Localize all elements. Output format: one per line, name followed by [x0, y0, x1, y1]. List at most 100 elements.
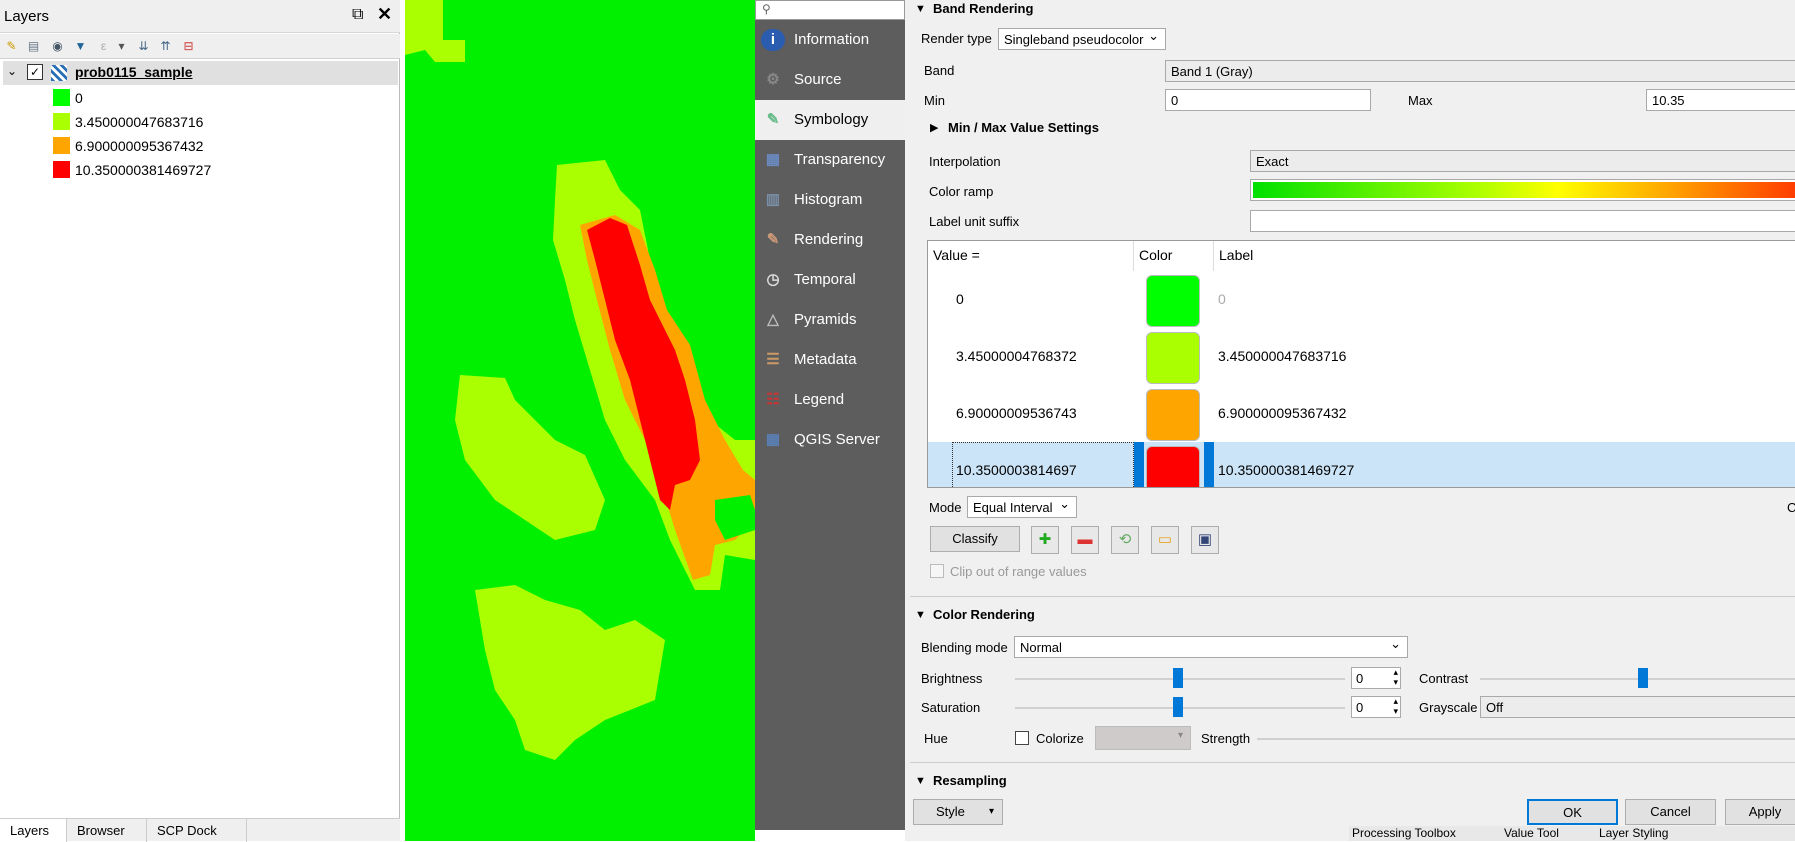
- color-ramp-label: Color ramp: [929, 184, 994, 199]
- clip-label: Clip out of range values: [950, 564, 1087, 579]
- remove-layer-icon[interactable]: ⊟: [181, 39, 196, 54]
- band-rendering-collapse-icon[interactable]: ▼: [915, 3, 926, 15]
- legend-icon: ☷: [766, 391, 780, 408]
- add-class-icon[interactable]: ✚: [1031, 526, 1059, 554]
- metadata-icon: ☰: [766, 351, 780, 368]
- tab-scp-dock[interactable]: SCP Dock: [147, 819, 247, 842]
- chevron-down-icon[interactable]: ⌄: [7, 64, 17, 78]
- row-value[interactable]: 0: [956, 291, 964, 307]
- sidebar-item-metadata[interactable]: ☰ Metadata: [755, 340, 905, 380]
- band-label: Band: [924, 63, 955, 78]
- style-button-label: Style: [936, 804, 965, 819]
- brightness-slider-thumb[interactable]: [1173, 668, 1183, 688]
- col-label-header[interactable]: Label: [1214, 241, 1795, 271]
- col-value-header[interactable]: Value =: [928, 241, 1134, 271]
- mode-select[interactable]: Equal Interval: [967, 496, 1077, 518]
- sidebar-item-label: Pyramids: [794, 311, 857, 328]
- expand-all-icon[interactable]: ⇊: [136, 39, 151, 54]
- sidebar-item-information[interactable]: i Information: [755, 20, 905, 60]
- tab-processing-toolbox[interactable]: Processing Toolbox: [1352, 826, 1456, 840]
- interpolation-select[interactable]: Exact: [1250, 150, 1795, 172]
- layer-tree-item[interactable]: ⌄ ✓ prob0115_sample: [3, 61, 398, 85]
- saturation-slider-thumb[interactable]: [1173, 697, 1183, 717]
- row-label[interactable]: 3.450000047683716: [1218, 348, 1346, 364]
- blending-select[interactable]: Normal: [1014, 636, 1408, 658]
- label-suffix-input[interactable]: [1250, 210, 1795, 232]
- collapse-all-icon[interactable]: ⇈: [158, 39, 173, 54]
- grayscale-select[interactable]: Off: [1480, 696, 1795, 718]
- sidebar-item-label: Rendering: [794, 231, 864, 248]
- style-manager-icon[interactable]: ✎: [4, 39, 19, 54]
- remove-class-icon[interactable]: ▬: [1071, 526, 1099, 554]
- sidebar-item-legend[interactable]: ☷ Legend: [755, 380, 905, 420]
- sidebar-item-label: Legend: [794, 391, 845, 408]
- layers-toolbar: ✎ ▤ ◉ ▼ ε ▾ ⇊ ⇈ ⊟: [0, 34, 400, 59]
- raster-layer-icon: [51, 65, 67, 81]
- strength-slider[interactable]: [1257, 738, 1795, 740]
- row-label[interactable]: 10.350000381469727: [1218, 462, 1354, 478]
- band-select[interactable]: Band 1 (Gray): [1165, 60, 1795, 82]
- layer-visibility-checkbox[interactable]: ✓: [27, 64, 43, 80]
- table-row[interactable]: 3.45000004768372 3.450000047683716: [928, 328, 1795, 385]
- row-color-swatch[interactable]: [1146, 446, 1200, 487]
- cancel-button[interactable]: Cancel: [1625, 799, 1716, 825]
- classify-button[interactable]: Classify: [930, 526, 1020, 552]
- apply-button[interactable]: Apply: [1725, 799, 1795, 825]
- colorize-checkbox[interactable]: [1015, 731, 1029, 745]
- close-icon[interactable]: ✕: [377, 4, 392, 25]
- tab-layer-styling[interactable]: Layer Styling: [1599, 826, 1668, 840]
- brightness-spinbox[interactable]: 0: [1351, 667, 1401, 689]
- colorize-color-button[interactable]: ▾: [1095, 726, 1191, 750]
- saturation-spinbox[interactable]: 0: [1351, 696, 1401, 718]
- filter-map-icon[interactable]: ε: [96, 39, 111, 54]
- col-color-header[interactable]: Color: [1134, 241, 1214, 271]
- row-color-swatch[interactable]: [1146, 275, 1200, 327]
- sidebar-search-input[interactable]: ⚲: [755, 0, 905, 20]
- minmax-settings-toggle[interactable]: Min / Max Value Settings: [948, 120, 1099, 135]
- sidebar-item-symbology[interactable]: ✎ Symbology: [755, 100, 905, 140]
- sidebar-item-qgis-server[interactable]: ▦ QGIS Server: [755, 420, 905, 460]
- chevron-right-icon[interactable]: ▶: [930, 121, 938, 134]
- sidebar-item-source[interactable]: ⚙ Source: [755, 60, 905, 100]
- color-ramp-button[interactable]: [1250, 179, 1795, 201]
- add-group-icon[interactable]: ▤: [26, 39, 41, 54]
- map-canvas[interactable]: [405, 0, 755, 841]
- visibility-icon[interactable]: ◉: [50, 39, 65, 54]
- sidebar-item-transparency[interactable]: ▦ Transparency: [755, 140, 905, 180]
- load-file-icon[interactable]: ▭: [1151, 526, 1179, 554]
- tab-browser[interactable]: Browser: [67, 819, 147, 842]
- render-type-select[interactable]: Singleband pseudocolor: [998, 28, 1166, 50]
- filter-icon[interactable]: ▼: [73, 39, 88, 54]
- sidebar-item-pyramids[interactable]: △ Pyramids: [755, 300, 905, 340]
- layer-name[interactable]: prob0115_sample: [75, 64, 193, 80]
- color-rendering-collapse-icon[interactable]: ▼: [915, 609, 926, 621]
- float-icon[interactable]: ⧉: [352, 6, 363, 24]
- contrast-slider-thumb[interactable]: [1638, 668, 1648, 688]
- row-color-swatch[interactable]: [1146, 332, 1200, 384]
- min-input[interactable]: 0: [1165, 89, 1371, 111]
- dropdown-icon[interactable]: ▾: [114, 39, 129, 54]
- sidebar-item-rendering[interactable]: ✎ Rendering: [755, 220, 905, 260]
- hue-label: Hue: [924, 731, 948, 746]
- max-input[interactable]: 10.35: [1646, 89, 1795, 111]
- ok-button[interactable]: OK: [1527, 799, 1618, 825]
- tab-value-tool[interactable]: Value Tool: [1504, 826, 1559, 840]
- clip-checkbox[interactable]: [930, 564, 944, 578]
- tab-layers[interactable]: Layers: [0, 819, 67, 842]
- legend-label: 3.450000047683716: [75, 114, 204, 130]
- table-row[interactable]: 6.90000009536743 6.900000095367432: [928, 385, 1795, 442]
- row-value[interactable]: 6.90000009536743: [956, 405, 1077, 421]
- sidebar-item-histogram[interactable]: ▥ Histogram: [755, 180, 905, 220]
- row-value[interactable]: 3.45000004768372: [956, 348, 1077, 364]
- save-file-icon[interactable]: ▣: [1191, 526, 1219, 554]
- row-color-swatch[interactable]: [1146, 389, 1200, 441]
- row-label[interactable]: 6.900000095367432: [1218, 405, 1346, 421]
- sidebar-item-temporal[interactable]: ◷ Temporal: [755, 260, 905, 300]
- resampling-collapse-icon[interactable]: ▼: [915, 775, 926, 787]
- max-label: Max: [1408, 93, 1433, 108]
- row-label[interactable]: 0: [1218, 291, 1226, 307]
- table-row[interactable]: 00: [928, 271, 1795, 328]
- table-row[interactable]: 10.3500003814697 10.350000381469727: [928, 442, 1795, 487]
- reverse-icon[interactable]: ⟲: [1111, 526, 1139, 554]
- style-button[interactable]: Style ▾: [913, 799, 1003, 825]
